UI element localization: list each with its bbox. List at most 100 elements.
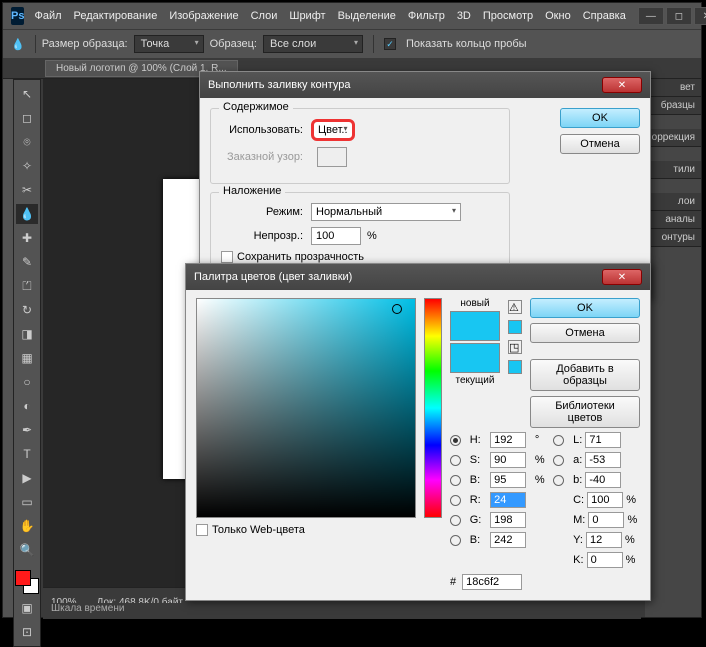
stamp-tool[interactable]: ⏍ (16, 276, 38, 296)
bcol-input[interactable] (490, 532, 526, 548)
fill-cancel-button[interactable]: Отмена (560, 134, 640, 154)
y-input[interactable] (586, 532, 622, 548)
menu-type[interactable]: Шрифт (289, 10, 325, 22)
maximize-button[interactable]: ◻ (666, 7, 692, 25)
bcol-radio[interactable] (450, 535, 461, 546)
r-radio[interactable] (450, 495, 461, 506)
eraser-tool[interactable]: ◨ (16, 324, 38, 344)
hand-tool[interactable]: ✋ (16, 516, 38, 536)
color-libraries-button[interactable]: Библиотеки цветов (530, 396, 640, 428)
panel-channels[interactable]: аналы (645, 211, 701, 229)
color-swatches[interactable] (15, 570, 39, 594)
sv-cursor[interactable] (392, 304, 402, 314)
l-input[interactable] (585, 432, 621, 448)
k-input[interactable] (587, 552, 623, 568)
a-radio[interactable] (553, 455, 564, 466)
lasso-tool[interactable]: ⌾ (16, 132, 38, 152)
menu-help[interactable]: Справка (583, 10, 626, 22)
blur-tool[interactable]: ○ (16, 372, 38, 392)
current-color-preview[interactable] (450, 343, 500, 373)
gamut-color-icon[interactable] (508, 320, 522, 334)
path-select-tool[interactable]: ▶ (16, 468, 38, 488)
m-input[interactable] (588, 512, 624, 528)
heal-tool[interactable]: ✚ (16, 228, 38, 248)
bch-radio[interactable] (450, 475, 461, 486)
close-button[interactable]: ✕ (694, 7, 706, 25)
quickmask-toggle[interactable]: ▣ (16, 598, 38, 618)
b-radio[interactable] (553, 475, 564, 486)
panel-layers[interactable]: лои (645, 193, 701, 211)
saturation-value-field[interactable] (196, 298, 416, 518)
move-tool[interactable]: ↖ (16, 84, 38, 104)
marquee-tool[interactable]: ◻ (16, 108, 38, 128)
color-dialog-titlebar[interactable]: Палитра цветов (цвет заливки) ✕ (186, 264, 650, 290)
gradient-tool[interactable]: ▦ (16, 348, 38, 368)
sample-size-dropdown[interactable]: Точка (134, 35, 204, 53)
foreground-swatch[interactable] (15, 570, 31, 586)
g-label: G: (470, 514, 484, 526)
websafe-color-icon[interactable] (508, 360, 522, 374)
panel-paths[interactable]: онтуры (645, 229, 701, 247)
fill-ok-button[interactable]: OK (560, 108, 640, 128)
websafe-warning-icon[interactable]: ◳ (508, 340, 522, 354)
fill-dialog-close-button[interactable]: ✕ (602, 77, 642, 93)
menu-edit[interactable]: Редактирование (74, 10, 158, 22)
a-input[interactable] (585, 452, 621, 468)
shape-tool[interactable]: ▭ (16, 492, 38, 512)
b-input[interactable] (585, 472, 621, 488)
dodge-tool[interactable]: ◐ (16, 396, 38, 416)
menu-select[interactable]: Выделение (338, 10, 396, 22)
r-input[interactable] (490, 492, 526, 508)
minimize-button[interactable]: — (638, 7, 664, 25)
show-ring-checkbox[interactable]: ✓ (384, 38, 396, 50)
mode-dropdown[interactable]: Нормальный (311, 203, 461, 221)
color-cancel-button[interactable]: Отмена (530, 323, 640, 343)
menu-file[interactable]: Файл (34, 10, 61, 22)
menu-window[interactable]: Окно (545, 10, 571, 22)
s-input[interactable] (490, 452, 526, 468)
bch-input[interactable] (490, 472, 526, 488)
panel-adjustments[interactable]: оррекция (645, 129, 701, 147)
pattern-label: Заказной узор: (221, 151, 311, 163)
fill-dialog-titlebar[interactable]: Выполнить заливку контура ✕ (200, 72, 650, 98)
h-input[interactable] (490, 432, 526, 448)
menu-layers[interactable]: Слои (251, 10, 278, 22)
hex-prefix: # (450, 576, 456, 588)
eyedropper-tool[interactable]: 💧 (16, 204, 38, 224)
timeline-panel[interactable]: Шкала времени (43, 603, 641, 619)
use-dropdown[interactable]: Цвет.. (311, 119, 355, 141)
b-label: b: (573, 474, 582, 486)
opacity-input[interactable] (311, 227, 361, 245)
g-radio[interactable] (450, 515, 461, 526)
menu-image[interactable]: Изображение (169, 10, 238, 22)
menu-3d[interactable]: 3D (457, 10, 471, 22)
panel-styles[interactable]: тили (645, 161, 701, 179)
wand-tool[interactable]: ✧ (16, 156, 38, 176)
g-input[interactable] (490, 512, 526, 528)
preserve-trans-checkbox[interactable] (221, 251, 233, 263)
gamut-warning-icon[interactable]: ⚠ (508, 300, 522, 314)
type-tool[interactable]: T (16, 444, 38, 464)
menu-filter[interactable]: Фильтр (408, 10, 445, 22)
menu-view[interactable]: Просмотр (483, 10, 533, 22)
crop-tool[interactable]: ✂ (16, 180, 38, 200)
hex-input[interactable] (462, 574, 522, 590)
panel-swatches[interactable]: бразцы (645, 97, 701, 115)
color-dialog-close-button[interactable]: ✕ (602, 269, 642, 285)
add-swatch-button[interactable]: Добавить в образцы (530, 359, 640, 391)
zoom-tool[interactable]: 🔍 (16, 540, 38, 560)
color-ok-button[interactable]: OK (530, 298, 640, 318)
brush-tool[interactable]: ✎ (16, 252, 38, 272)
c-input[interactable] (587, 492, 623, 508)
pattern-swatch (317, 147, 347, 167)
history-brush-tool[interactable]: ↻ (16, 300, 38, 320)
web-only-checkbox[interactable] (196, 524, 208, 536)
l-radio[interactable] (553, 435, 564, 446)
h-radio[interactable] (450, 435, 461, 446)
sample-dropdown[interactable]: Все слои (263, 35, 363, 53)
panel-color[interactable]: вет (645, 79, 701, 97)
pen-tool[interactable]: ✒ (16, 420, 38, 440)
hue-slider[interactable] (424, 298, 442, 518)
s-radio[interactable] (450, 455, 461, 466)
screenmode-toggle[interactable]: ⊡ (16, 622, 38, 642)
